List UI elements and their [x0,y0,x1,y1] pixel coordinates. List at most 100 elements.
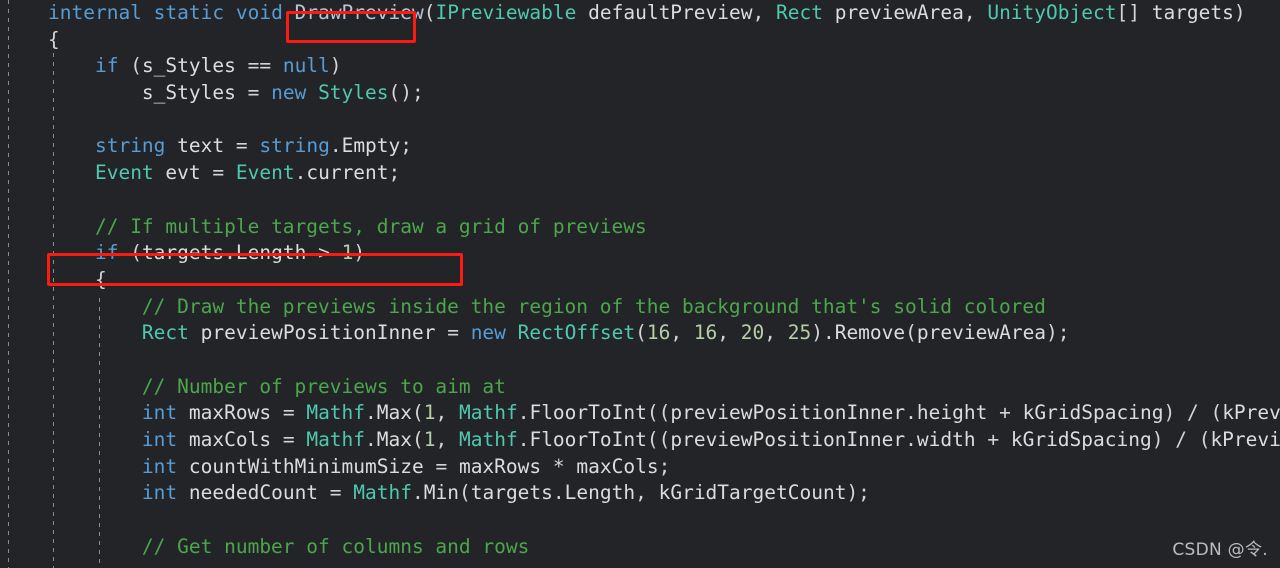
code-token: . [329,134,342,158]
code-token: = [235,81,272,105]
code-token: (( [646,401,671,425]
code-token: Length [564,481,636,505]
code-token: , [435,401,459,425]
code-token: current [306,161,389,185]
code-token: int [141,454,178,478]
code-token: . [365,428,377,451]
code-token: ) / ( [1163,401,1223,425]
code-token: internal [48,1,142,24]
code-line[interactable] [0,347,1280,374]
code-token: kPreviewMin [1210,428,1280,451]
code-content[interactable]: internal static void DrawPreview(IPrevie… [0,0,1280,568]
code-token: = [271,401,307,425]
code-token: DrawPreview [294,1,424,24]
code-token: FloorToInt [529,401,647,425]
code-line[interactable]: if (s_Styles == null) [0,53,1280,80]
code-line[interactable]: // Number of previews to aim at [0,374,1280,401]
code-line[interactable]: int neededCount = Mathf.Min(targets.Leng… [0,480,1280,507]
code-token: int [141,401,178,425]
code-token: static [153,1,225,24]
code-line[interactable]: { [0,267,1280,294]
code-editor-pane[interactable]: internal static void DrawPreview(IPrevie… [0,0,1280,568]
code-token: . [294,161,307,185]
code-token: maxCols [576,454,659,478]
code-token: maxCols [188,428,272,451]
code-line[interactable]: s_Styles = new Styles(); [0,80,1280,107]
code-token: void [235,1,283,24]
code-token: ) [329,54,342,78]
code-token: ( [412,428,424,451]
code-token: neededCount [188,481,319,505]
code-token: width [916,428,976,451]
code-line[interactable]: Rect previewPositionInner = new RectOffs… [0,320,1280,347]
code-line[interactable]: string text = string.Empty; [0,133,1280,160]
code-token: . [517,428,530,451]
code-token: kPreviewMi [1222,401,1280,425]
code-line[interactable] [0,107,1280,134]
code-token: previewArea [916,321,1047,345]
code-token: Rect [141,321,189,345]
code-token: ; [658,454,671,478]
code-token: int [141,428,178,451]
code-token: if [94,241,119,265]
code-line[interactable] [0,187,1280,214]
code-token: = [435,321,471,345]
code-line[interactable]: // If multiple targets, draw a grid of p… [0,214,1280,241]
code-token: ). [811,321,835,345]
code-token: = [423,454,459,478]
code-token: Mathf [353,481,412,505]
code-token: Remove [834,321,906,345]
code-line[interactable]: if (targets.Length > 1) [0,240,1280,267]
code-token: . [905,428,917,451]
code-token: Max [376,428,413,451]
code-token: . [411,481,424,505]
code-token: = [224,134,260,158]
code-token: ( [412,401,424,425]
code-token: = [271,428,307,451]
code-token: Rect [775,1,823,24]
code-token: Min [423,481,459,505]
code-line[interactable]: int countWithMinimumSize = maxRows * max… [0,454,1280,481]
code-token: targets [1151,1,1234,24]
code-token: . [552,481,565,505]
code-line[interactable]: Event evt = Event.current; [0,160,1280,187]
code-line[interactable]: { [0,27,1280,54]
code-token: + [975,428,1011,451]
code-line[interactable]: int maxRows = Mathf.Max(1, Mathf.FloorTo… [0,400,1280,427]
code-token: FloorToInt [529,428,647,451]
code-line[interactable]: internal static void DrawPreview(IPrevie… [0,0,1280,27]
code-token: string [94,134,166,158]
code-token: ( [635,321,647,345]
code-token: ) [1233,1,1246,24]
code-token: maxRows [188,401,272,425]
code-token: ; [400,134,413,158]
code-token: , [717,321,741,345]
code-token: kGridSpacing [1022,401,1164,425]
code-token: , [764,321,788,345]
code-line[interactable]: // Draw the previews inside the region o… [0,294,1280,321]
code-line[interactable] [0,507,1280,534]
code-token: // Number of previews to aim at [141,374,506,398]
code-line[interactable]: int maxCols = Mathf.Max(1, Mathf.FloorTo… [0,427,1280,454]
code-token: // Get number of columns and rows [141,534,530,558]
code-token: Mathf [459,428,518,451]
code-token: maxRows [458,454,542,478]
code-token: Mathf [459,401,518,425]
code-token: if [94,54,119,78]
code-line[interactable]: // Get number of columns and rows [0,534,1280,561]
